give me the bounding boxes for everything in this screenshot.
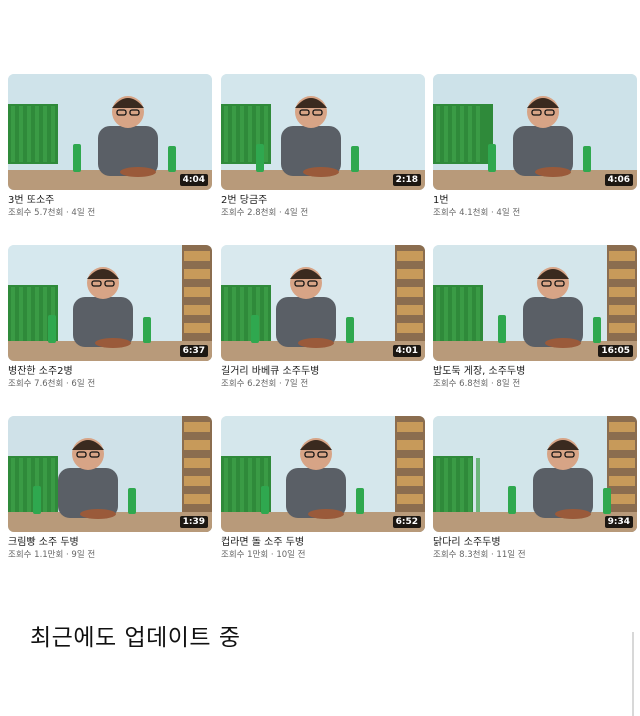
- video-meta: 조회수 8.3천회 · 11일 전: [433, 550, 526, 560]
- video-title[interactable]: 밥도둑 게장, 소주두병: [433, 365, 637, 378]
- duration-badge: 9:34: [604, 516, 633, 528]
- video-card[interactable]: 6:52 컵라면 돌 소주 두병 조회수 1만회 · 10일 전: [221, 416, 425, 561]
- divider: [632, 632, 634, 716]
- duration-badge: 16:05: [598, 345, 633, 357]
- video-title[interactable]: 1번: [433, 194, 637, 207]
- video-title[interactable]: 병잔한 소주2병: [8, 365, 212, 378]
- video-card[interactable]: 2:18 2번 당금주 조회수 2.8천회 · 4일 전: [221, 74, 425, 219]
- video-meta: 조회수 6.2천회 · 7일 전: [221, 379, 309, 389]
- video-card[interactable]: 1:39 크림빵 소주 두병 조회수 1.1만회 · 9일 전: [8, 416, 212, 561]
- video-meta: 조회수 6.8천회 · 8일 전: [433, 379, 521, 389]
- video-title[interactable]: 크림빵 소주 두병: [8, 536, 212, 549]
- video-meta: 조회수 2.8천회 · 4일 전: [221, 208, 309, 218]
- video-meta: 조회수 1만회 · 10일 전: [221, 550, 306, 560]
- video-thumbnail[interactable]: 1:39: [8, 416, 212, 532]
- video-title[interactable]: 3번 또소주: [8, 194, 212, 207]
- video-thumbnail[interactable]: 4:04: [8, 74, 212, 190]
- video-title[interactable]: 닭다리 소주두병: [433, 536, 637, 549]
- duration-badge: 6:37: [179, 345, 208, 357]
- video-card[interactable]: 4:06 1번 조회수 4.1천회 · 4일 전: [433, 74, 637, 219]
- video-card[interactable]: 9:34 닭다리 소주두병 조회수 8.3천회 · 11일 전: [433, 416, 637, 561]
- video-meta: 조회수 4.1천회 · 4일 전: [433, 208, 521, 218]
- duration-badge: 6:52: [392, 516, 421, 528]
- duration-badge: 4:01: [392, 345, 421, 357]
- video-title[interactable]: 길거리 바베큐 소주두병: [221, 365, 425, 378]
- video-card[interactable]: 4:04 3번 또소주 조회수 5.7천회 · 4일 전: [8, 74, 212, 219]
- video-thumbnail[interactable]: 4:01: [221, 245, 425, 361]
- video-title[interactable]: 컵라면 돌 소주 두병: [221, 536, 425, 549]
- video-thumbnail[interactable]: 9:34: [433, 416, 637, 532]
- video-meta: 조회수 1.1만회 · 9일 전: [8, 550, 96, 560]
- video-meta: 조회수 5.7천회 · 4일 전: [8, 208, 96, 218]
- video-meta: 조회수 7.6천회 · 6일 전: [8, 379, 96, 389]
- video-thumbnail[interactable]: 4:06: [433, 74, 637, 190]
- video-card[interactable]: 4:01 길거리 바베큐 소주두병 조회수 6.2천회 · 7일 전: [221, 245, 425, 390]
- duration-badge: 4:04: [179, 174, 208, 186]
- caption-text: 최근에도 업데이트 중: [30, 625, 241, 651]
- duration-badge: 2:18: [392, 174, 421, 186]
- video-thumbnail[interactable]: 2:18: [221, 74, 425, 190]
- video-card[interactable]: 6:37 병잔한 소주2병 조회수 7.6천회 · 6일 전: [8, 245, 212, 390]
- video-thumbnail[interactable]: 6:52: [221, 416, 425, 532]
- video-card[interactable]: 16:05 밥도둑 게장, 소주두병 조회수 6.8천회 · 8일 전: [433, 245, 637, 390]
- duration-badge: 4:06: [604, 174, 633, 186]
- video-thumbnail[interactable]: 6:37: [8, 245, 212, 361]
- duration-badge: 1:39: [179, 516, 208, 528]
- video-thumbnail[interactable]: 16:05: [433, 245, 637, 361]
- video-title[interactable]: 2번 당금주: [221, 194, 425, 207]
